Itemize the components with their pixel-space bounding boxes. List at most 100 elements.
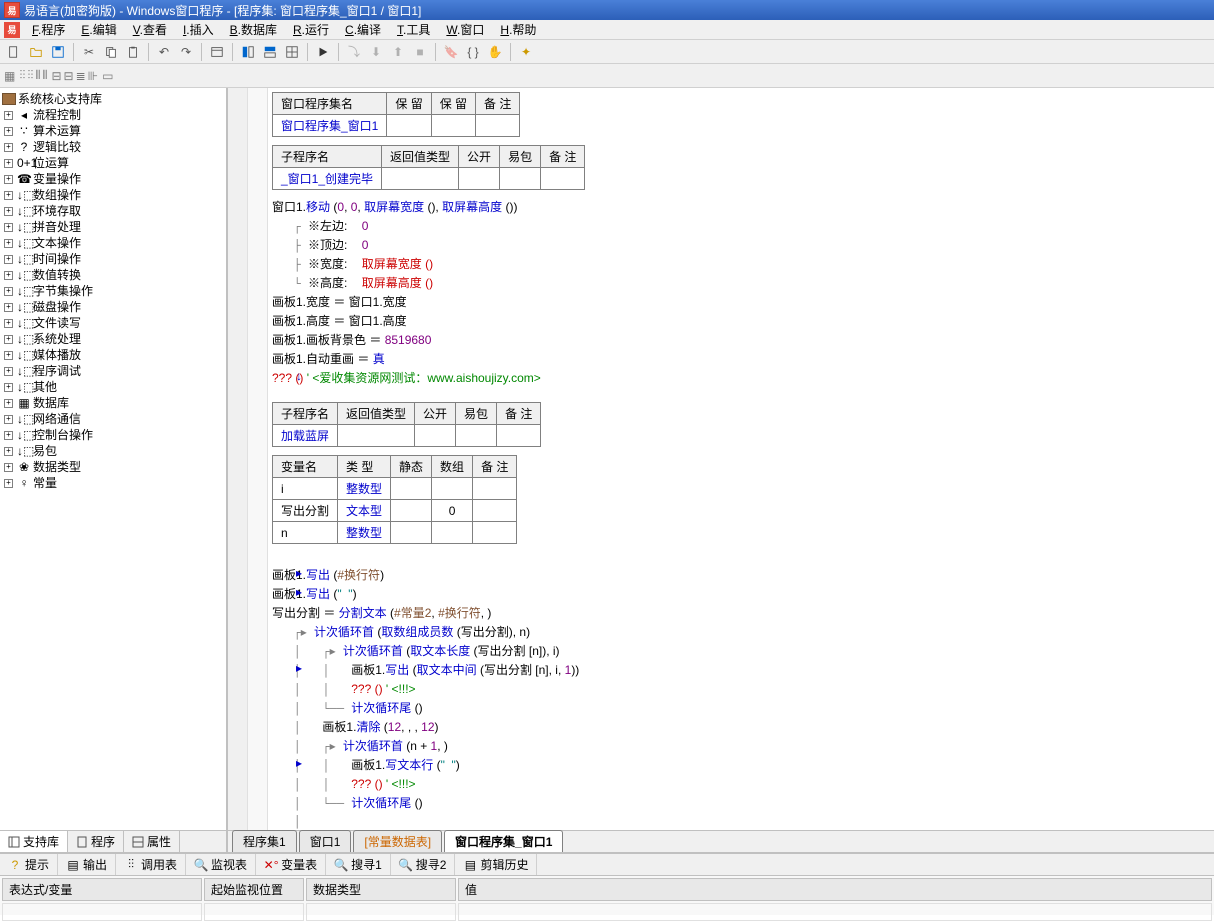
cut-button[interactable]: ✂ [79, 42, 99, 62]
expander-icon[interactable]: + [4, 479, 13, 488]
btab-search2[interactable]: 🔍搜寻2 [391, 854, 456, 875]
copy-button[interactable] [101, 42, 121, 62]
window-button[interactable] [207, 42, 227, 62]
btab-output[interactable]: ▤输出 [58, 854, 116, 875]
code-line[interactable]: ┌ ※左边: 0 [272, 217, 1210, 236]
code-line[interactable]: ├ ※宽度: 取屏幕宽度 () [272, 255, 1210, 274]
code-line[interactable]: 画板1.写出 (" ") [272, 585, 1210, 604]
expander-icon[interactable]: + [4, 223, 13, 232]
tree-node[interactable]: +▦数据库 [2, 395, 224, 411]
expander-icon[interactable]: + [4, 463, 13, 472]
tree-node[interactable]: +↓⬚环境存取 [2, 203, 224, 219]
tree-root[interactable]: 系统核心支持库 [2, 90, 224, 107]
expander-icon[interactable]: + [4, 415, 13, 424]
expander-icon[interactable]: + [4, 399, 13, 408]
menu-insert[interactable]: I.插入 [175, 19, 222, 40]
tree-node[interactable]: +↓⬚控制台操作 [2, 427, 224, 443]
tb2-btn8[interactable]: ≣ [76, 69, 86, 83]
code-line[interactable]: 画板1.宽度 ＝ 窗口1.宽度 [272, 293, 1210, 312]
tree-node[interactable]: +❀数据类型 [2, 459, 224, 475]
tb2-btn9[interactable]: ⊪ [88, 69, 98, 83]
menu-edit[interactable]: E.编辑 [73, 19, 124, 40]
tb2-btn10[interactable]: ▭ [102, 69, 113, 83]
expander-icon[interactable]: + [4, 319, 13, 328]
expander-icon[interactable]: + [4, 255, 13, 264]
tb2-btn1[interactable]: ▦ [4, 69, 15, 83]
tb2-btn2[interactable]: ⫶⫶ [19, 68, 25, 83]
tree-node[interactable]: +↓⬚文本操作 [2, 235, 224, 251]
tree-node[interactable]: +↓⬚拼音处理 [2, 219, 224, 235]
expander-icon[interactable]: + [4, 175, 13, 184]
undo-button[interactable]: ↶ [154, 42, 174, 62]
table-row[interactable]: n整数型 [273, 522, 517, 544]
code-line[interactable]: 窗口1.移动 (0, 0, 取屏幕宽度 (), 取屏幕高度 ()) [272, 198, 1210, 217]
code-line[interactable]: 写出分割 ＝ 分割文本 (#常量2, #换行符, ) [272, 604, 1210, 623]
tb2-btn6[interactable]: ⊟ [51, 69, 61, 83]
expander-icon[interactable]: + [4, 159, 13, 168]
expander-icon[interactable]: + [4, 127, 13, 136]
save-button[interactable] [48, 42, 68, 62]
tree-node[interactable]: +↓⬚数值转换 [2, 267, 224, 283]
tree-node[interactable]: +◂流程控制 [2, 107, 224, 123]
menu-program[interactable]: F.程序 [24, 19, 73, 40]
open-button[interactable] [26, 42, 46, 62]
table-row[interactable]: i整数型 [273, 478, 517, 500]
expander-icon[interactable]: + [4, 207, 13, 216]
btab-callstack[interactable]: ⫶⫶调用表 [116, 854, 186, 875]
menu-database[interactable]: B.数据库 [222, 19, 285, 40]
menu-run[interactable]: R.运行 [285, 19, 337, 40]
sidebar-tab-properties[interactable]: 属性 [124, 831, 180, 852]
library-tree[interactable]: 系统核心支持库 +◂流程控制+∵算术运算+?逻辑比较+0+1位运算+☎变量操作+… [0, 88, 226, 830]
code-line[interactable]: ├ ※顶边: 0 [272, 236, 1210, 255]
code-line[interactable]: │ └── 计次循环尾 () [272, 794, 1210, 813]
table-row[interactable]: 窗口程序集_窗口1 [273, 115, 520, 137]
tree-node[interactable]: +↓⬚媒体播放 [2, 347, 224, 363]
tree-node[interactable]: +↓⬚易包 [2, 443, 224, 459]
paste-button[interactable] [123, 42, 143, 62]
code-line[interactable]: 画板1.画板背景色 ＝ 8519680 [272, 331, 1210, 350]
code-line[interactable]: │ │ 画板1.写出 (取文本中间 (写出分割 [n], i, 1)) [272, 661, 1210, 680]
tab-procset1[interactable]: 程序集1 [232, 830, 297, 852]
tab-constants[interactable]: [常量数据表] [353, 830, 442, 852]
code-line[interactable]: │ ┌▸ 计次循环首 (取文本长度 (写出分割 [n]), i) [272, 642, 1210, 661]
code-editor[interactable]: 窗口程序集名保 留保 留备 注 窗口程序集_窗口1 子程序名返回值类型公开易包备… [228, 88, 1214, 830]
sidebar-tab-program[interactable]: 程序 [68, 831, 124, 852]
code-line[interactable]: └ ※高度: 取屏幕高度 () [272, 274, 1210, 293]
btab-search1[interactable]: 🔍搜寻1 [326, 854, 391, 875]
menu-tools[interactable]: T.工具 [389, 19, 438, 40]
btab-tips[interactable]: ?提示 [0, 854, 58, 875]
sidebar-tab-library[interactable]: 支持库 [0, 831, 68, 852]
tree-node[interactable]: +↓⬚字节集操作 [2, 283, 224, 299]
stop-button[interactable]: ■ [410, 42, 430, 62]
tree-node[interactable]: +↓⬚系统处理 [2, 331, 224, 347]
star-button[interactable]: ✦ [516, 42, 536, 62]
code-line[interactable]: │ [272, 813, 1210, 830]
code-line[interactable]: │ │ ??? () ' <!!!> [272, 775, 1210, 794]
tb2-btn7[interactable]: ⊟ [64, 69, 74, 83]
table-row[interactable] [2, 903, 1212, 921]
tab-window1[interactable]: 窗口1 [299, 830, 352, 852]
code-line[interactable]: 画板1.自动重画 ＝ 真 [272, 350, 1210, 369]
expander-icon[interactable]: + [4, 287, 13, 296]
code-line[interactable]: │ │ 画板1.写文本行 (" ") [272, 756, 1210, 775]
btab-watch[interactable]: 🔍监视表 [186, 854, 256, 875]
tb2-btn4[interactable]: ⫴ [35, 68, 40, 83]
expander-icon[interactable]: + [4, 367, 13, 376]
expander-icon[interactable]: + [4, 351, 13, 360]
btab-clipboard[interactable]: ▤剪辑历史 [455, 854, 537, 875]
table-row[interactable]: 加载蓝屏 [273, 425, 541, 447]
tree-node[interactable]: +↓⬚文件读写 [2, 315, 224, 331]
tree-node[interactable]: +↓⬚磁盘操作 [2, 299, 224, 315]
menu-view[interactable]: V.查看 [125, 19, 175, 40]
btab-variables[interactable]: ✕°变量表 [256, 854, 326, 875]
menu-compile[interactable]: C.编译 [337, 19, 389, 40]
expander-icon[interactable]: + [4, 447, 13, 456]
expander-icon[interactable]: + [4, 143, 13, 152]
code-line[interactable]: │ │ ??? () ' <!!!> [272, 680, 1210, 699]
table-row[interactable]: 写出分割文本型0 [273, 500, 517, 522]
menu-help[interactable]: H.帮助 [492, 19, 544, 40]
expander-icon[interactable]: + [4, 431, 13, 440]
layout1-button[interactable] [238, 42, 258, 62]
redo-button[interactable]: ↷ [176, 42, 196, 62]
tree-node[interactable]: +☎变量操作 [2, 171, 224, 187]
